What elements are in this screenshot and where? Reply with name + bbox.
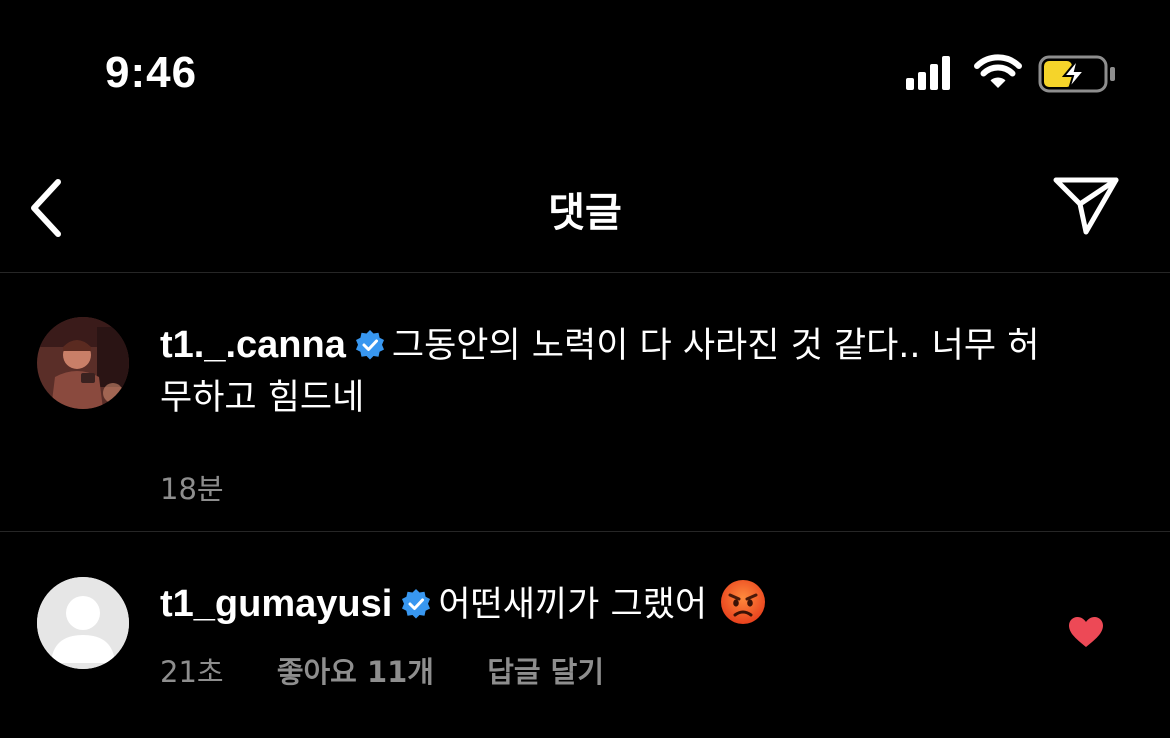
comment-body: t1_gumayusi 어떤새끼가 그랬어 21초 좋아요 11개 답글 달기	[160, 578, 1040, 691]
angry-face-emoji	[721, 580, 766, 624]
status-bar: 9:46	[0, 0, 1170, 140]
comment-time: 21초	[160, 655, 224, 689]
battery-charging-icon	[1038, 55, 1115, 93]
avatar[interactable]	[37, 317, 129, 409]
wifi-icon	[974, 54, 1022, 88]
profile-photo	[37, 317, 129, 409]
header-bar: 댓글	[0, 140, 1170, 273]
paper-plane-icon[interactable]	[1050, 174, 1122, 238]
comment-meta: 21초 좋아요 11개 답글 달기	[160, 649, 1040, 691]
comment-meta: 18분	[160, 466, 1040, 508]
comment-item: t1._.canna 그동안의 노력이 다 사라진 것 같다.. 너무 허무하고…	[0, 273, 1170, 532]
default-avatar-icon	[37, 577, 129, 669]
avatar[interactable]	[37, 577, 129, 669]
heart-icon[interactable]	[1068, 616, 1104, 648]
comment-text-line: t1_gumayusi 어떤새끼가 그랬어	[160, 578, 1040, 631]
comment-time: 18분	[160, 472, 224, 506]
reply-button[interactable]: 답글 달기	[487, 655, 604, 689]
verified-badge-icon	[402, 589, 431, 619]
comment-item: t1_gumayusi 어떤새끼가 그랬어 21초 좋아요 11개 답글 달기	[0, 532, 1170, 738]
status-time: 9:46	[105, 48, 198, 97]
likes-count[interactable]: 좋아요 11개	[277, 655, 434, 689]
page-title: 댓글	[548, 190, 622, 236]
comment-body: t1._.canna 그동안의 노력이 다 사라진 것 같다.. 너무 허무하고…	[160, 319, 1040, 508]
comment-text: 어떤새끼가 그랬어	[438, 585, 708, 625]
verified-badge-icon	[355, 330, 384, 360]
comment-username[interactable]: t1._.canna	[160, 324, 346, 366]
cellular-signal-icon	[906, 56, 950, 90]
comment-text-line: t1._.canna 그동안의 노력이 다 사라진 것 같다.. 너무 허무하고…	[160, 319, 1040, 424]
comment-username[interactable]: t1_gumayusi	[160, 583, 392, 625]
